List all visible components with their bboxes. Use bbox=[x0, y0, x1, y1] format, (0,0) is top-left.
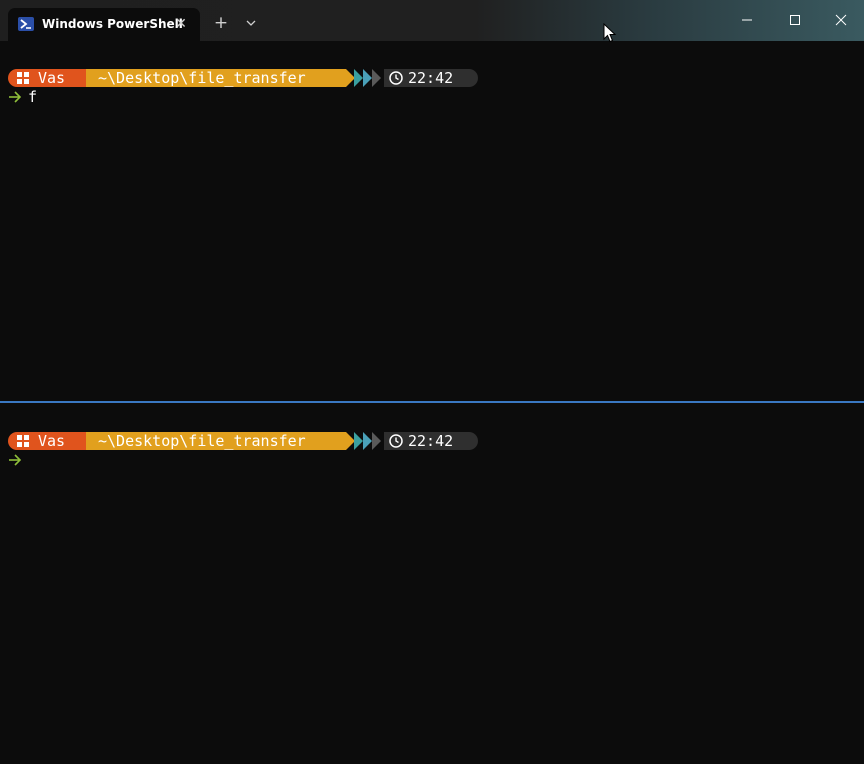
prompt-time: 22:42 bbox=[408, 69, 454, 87]
powershell-icon bbox=[18, 17, 34, 31]
chevron-separator-icon bbox=[354, 69, 363, 87]
chevron-separator-icon bbox=[363, 69, 372, 87]
chevron-separator-icon bbox=[372, 69, 381, 87]
clock-icon bbox=[389, 434, 403, 448]
close-tab-icon[interactable]: ✕ bbox=[171, 14, 191, 34]
tab-windows-powershell[interactable]: Windows PowerShell ✕ bbox=[8, 8, 200, 41]
chevron-separator-icon bbox=[363, 432, 372, 450]
arrow-right-icon bbox=[9, 454, 22, 466]
title-bar: Windows PowerShell ✕ + bbox=[0, 0, 864, 41]
command-input[interactable]: f bbox=[28, 88, 37, 106]
maximize-icon[interactable] bbox=[776, 4, 814, 36]
new-tab-button[interactable]: + bbox=[210, 12, 232, 34]
prompt-user: Vas bbox=[38, 69, 66, 87]
prompt-path: ~\Desktop\file_transfer bbox=[98, 432, 306, 450]
windows-logo-icon bbox=[17, 72, 29, 84]
minimize-icon[interactable] bbox=[728, 4, 766, 36]
prompt-user: Vas bbox=[38, 432, 66, 450]
prompt-time: 22:42 bbox=[408, 432, 454, 450]
prompt-path: ~\Desktop\file_transfer bbox=[98, 69, 306, 87]
mouse-cursor-icon bbox=[603, 23, 617, 43]
terminal-pane-top[interactable]: Vas ~\Desktop\file_transfer 22:42 f bbox=[0, 41, 864, 400]
chevron-down-icon[interactable] bbox=[241, 13, 261, 33]
terminal-pane-bottom[interactable]: Vas ~\Desktop\file_transfer 22:42 bbox=[0, 404, 864, 764]
chevron-separator-icon bbox=[354, 432, 363, 450]
tab-title: Windows PowerShell bbox=[42, 17, 183, 31]
close-icon[interactable] bbox=[822, 4, 860, 36]
arrow-right-icon bbox=[9, 91, 22, 103]
windows-logo-icon bbox=[17, 435, 29, 447]
chevron-separator-icon bbox=[372, 432, 381, 450]
clock-icon bbox=[389, 71, 403, 85]
